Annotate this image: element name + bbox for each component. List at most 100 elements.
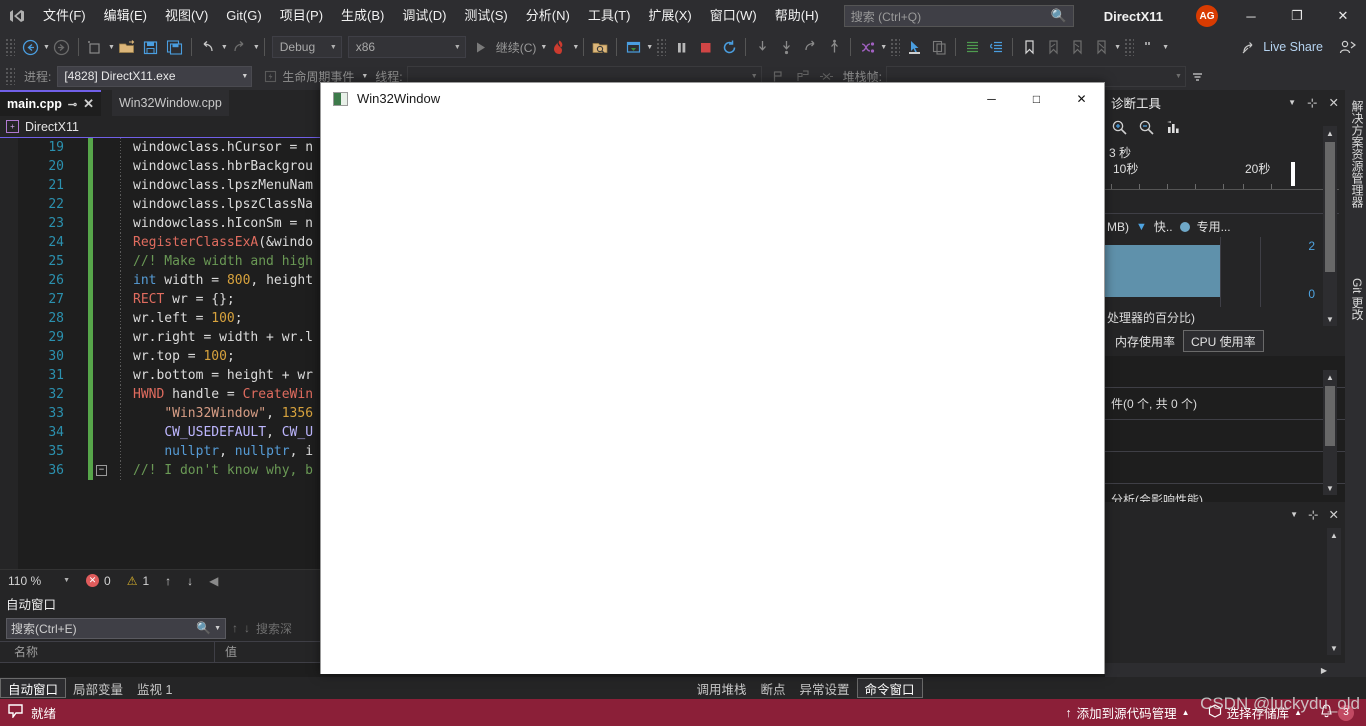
editor-tab-win32window-cpp[interactable]: Win32Window.cpp — [112, 90, 229, 116]
bottom-tab-autos[interactable]: 自动窗口 — [0, 678, 67, 698]
show-window-caret[interactable]: ▼ — [646, 44, 653, 51]
show-window-icon[interactable] — [621, 35, 645, 59]
save-all-icon[interactable] — [163, 35, 187, 59]
open-file-icon[interactable] — [115, 35, 139, 59]
menu-tools[interactable]: 工具(T) — [579, 0, 640, 32]
tab-memory-usage[interactable]: 内存使用率 — [1107, 330, 1183, 352]
bookmark-caret[interactable]: ▼ — [1114, 44, 1121, 51]
search-next-icon[interactable]: ↓ — [244, 621, 250, 635]
indent-icon[interactable] — [960, 35, 984, 59]
search-depth-label[interactable]: 搜索深 — [256, 620, 292, 637]
back-dropdown-caret[interactable]: ▼ — [43, 44, 50, 51]
new-project-icon[interactable] — [83, 35, 107, 59]
pin-icon[interactable]: ⊹ — [1307, 95, 1317, 110]
toolbar-grip-4[interactable] — [1124, 38, 1135, 56]
menu-build[interactable]: 生成(B) — [332, 0, 393, 32]
scroll-right-arrow-icon[interactable]: ▶ — [1317, 663, 1331, 677]
window-restore-button[interactable]: ❐ — [1274, 0, 1320, 32]
win32-maximize-button[interactable]: □ — [1014, 83, 1059, 114]
tab-cpu-usage[interactable]: CPU 使用率 — [1183, 330, 1264, 352]
save-icon[interactable] — [139, 35, 163, 59]
configuration-combo[interactable]: Debug ▼ — [271, 36, 342, 58]
win32-close-button[interactable]: ✕ — [1059, 83, 1104, 114]
cpu-usage-chart[interactable]: 2 0 — [1105, 237, 1339, 307]
threads-caret[interactable]: ▼ — [880, 44, 887, 51]
navigate-forward-icon[interactable] — [50, 35, 74, 59]
scroll-down-arrow-icon[interactable]: ▼ — [1323, 312, 1337, 326]
step-into-icon[interactable] — [750, 35, 774, 59]
preview-icon[interactable] — [588, 35, 612, 59]
menu-view[interactable]: 视图(V) — [156, 0, 217, 32]
list-item[interactable] — [1105, 452, 1345, 484]
bottom-tab-locals[interactable]: 局部变量 — [66, 678, 130, 698]
redo-icon[interactable] — [228, 35, 252, 59]
win32-application-window[interactable]: Win32Window ─ □ ✕ — [320, 82, 1105, 674]
breadcrumb-project[interactable]: DirectX11 — [25, 120, 79, 134]
scroll-up-arrow-icon[interactable]: ▲ — [1323, 370, 1337, 384]
step-up-icon[interactable] — [822, 35, 846, 59]
hot-reload-caret[interactable]: ▼ — [572, 44, 579, 51]
step-out-icon[interactable] — [798, 35, 822, 59]
chart-icon[interactable] — [1165, 119, 1182, 140]
toolbar-grip[interactable] — [5, 38, 15, 56]
next-bookmark-icon[interactable] — [1065, 35, 1089, 59]
win32-title-bar[interactable]: Win32Window ─ □ ✕ — [321, 83, 1104, 114]
bottom-tab-exception-settings[interactable]: 异常设置 — [793, 678, 857, 698]
threads-window-icon[interactable] — [855, 35, 879, 59]
lower-right-hscrollbar[interactable]: ▶ — [1105, 663, 1345, 677]
chevron-down-icon[interactable]: ▼ — [214, 625, 221, 632]
list-item[interactable] — [1105, 356, 1345, 388]
diagnostic-list-scrollbar[interactable]: ▲ ▼ — [1323, 370, 1337, 495]
quick-search-input[interactable]: 搜索 (Ctrl+Q) 🔍 — [843, 5, 1074, 27]
warning-count[interactable]: ⚠ 1 — [119, 570, 157, 592]
bottom-tab-watch1[interactable]: 监视 1 — [130, 678, 179, 698]
select-tool-icon[interactable] — [903, 35, 927, 59]
new-project-caret[interactable]: ▼ — [108, 44, 115, 51]
panel-dropdown-icon[interactable]: ▼ — [1288, 98, 1296, 107]
error-count[interactable]: ✕ 0 — [78, 570, 119, 592]
pin-icon[interactable]: ⊸ — [68, 98, 77, 111]
list-item[interactable]: 件(0 个, 共 0 个) — [1105, 388, 1345, 420]
close-icon[interactable]: ✕ — [1329, 507, 1339, 522]
bottom-tab-breakpoints[interactable]: 断点 — [753, 678, 792, 698]
clear-bookmarks-icon[interactable] — [1089, 35, 1113, 59]
menu-analyze[interactable]: 分析(N) — [517, 0, 579, 32]
add-to-source-control-button[interactable]: ↑ 添加到源代码管理 ▲ — [1059, 699, 1195, 726]
menu-test[interactable]: 测试(S) — [455, 0, 516, 32]
menu-git[interactable]: Git(G) — [217, 0, 270, 32]
pause-icon[interactable] — [669, 35, 693, 59]
zoom-level-combo[interactable]: 110 % ▼ — [0, 570, 78, 592]
close-icon[interactable]: ✕ — [83, 96, 94, 112]
previous-bookmark-icon[interactable] — [1041, 35, 1065, 59]
pin-icon[interactable]: ⊹ — [1308, 507, 1318, 522]
comment-icon[interactable] — [1137, 35, 1161, 59]
live-share-invite-icon[interactable] — [1335, 35, 1360, 59]
navigate-back-icon[interactable] — [18, 35, 42, 59]
autos-search-input[interactable]: 搜索(Ctrl+E) 🔍 ▼ — [6, 617, 226, 639]
menu-file[interactable]: 文件(F) — [34, 0, 95, 32]
platform-combo[interactable]: x86 ▼ — [347, 36, 466, 58]
list-item[interactable] — [1105, 420, 1345, 452]
restart-icon[interactable] — [717, 35, 741, 59]
scroll-down-arrow-icon[interactable]: ▼ — [1323, 481, 1337, 495]
live-share-button[interactable]: Live Share — [1241, 39, 1323, 56]
timeline-cursor[interactable] — [1291, 162, 1295, 186]
notifications-button[interactable]: 3 — [1314, 699, 1360, 726]
collapse-region-icon[interactable]: − — [96, 465, 107, 476]
comment-caret[interactable]: ▼ — [1162, 44, 1169, 51]
next-error-button[interactable]: ↓ — [179, 570, 201, 592]
lower-right-scrollbar[interactable]: ▲ ▼ — [1327, 528, 1341, 655]
undo-icon[interactable] — [196, 35, 220, 59]
toolbar-overflow-icon[interactable] — [1186, 64, 1210, 88]
window-minimize-button[interactable]: ─ — [1228, 0, 1274, 32]
scroll-thumb[interactable] — [1325, 142, 1335, 272]
scroll-thumb[interactable] — [1325, 386, 1335, 446]
scroll-left-button[interactable]: ◀ — [201, 570, 226, 592]
avatar[interactable]: AG — [1196, 5, 1218, 27]
menu-project[interactable]: 项目(P) — [271, 0, 332, 32]
undo-caret[interactable]: ▼ — [221, 44, 228, 51]
toolbar-grip-3[interactable] — [890, 38, 901, 56]
vtab-solution-explorer[interactable]: 解决方案资源管理器 — [1345, 94, 1366, 214]
stop-icon[interactable] — [693, 35, 717, 59]
toolbar-grip-2[interactable] — [656, 38, 667, 56]
